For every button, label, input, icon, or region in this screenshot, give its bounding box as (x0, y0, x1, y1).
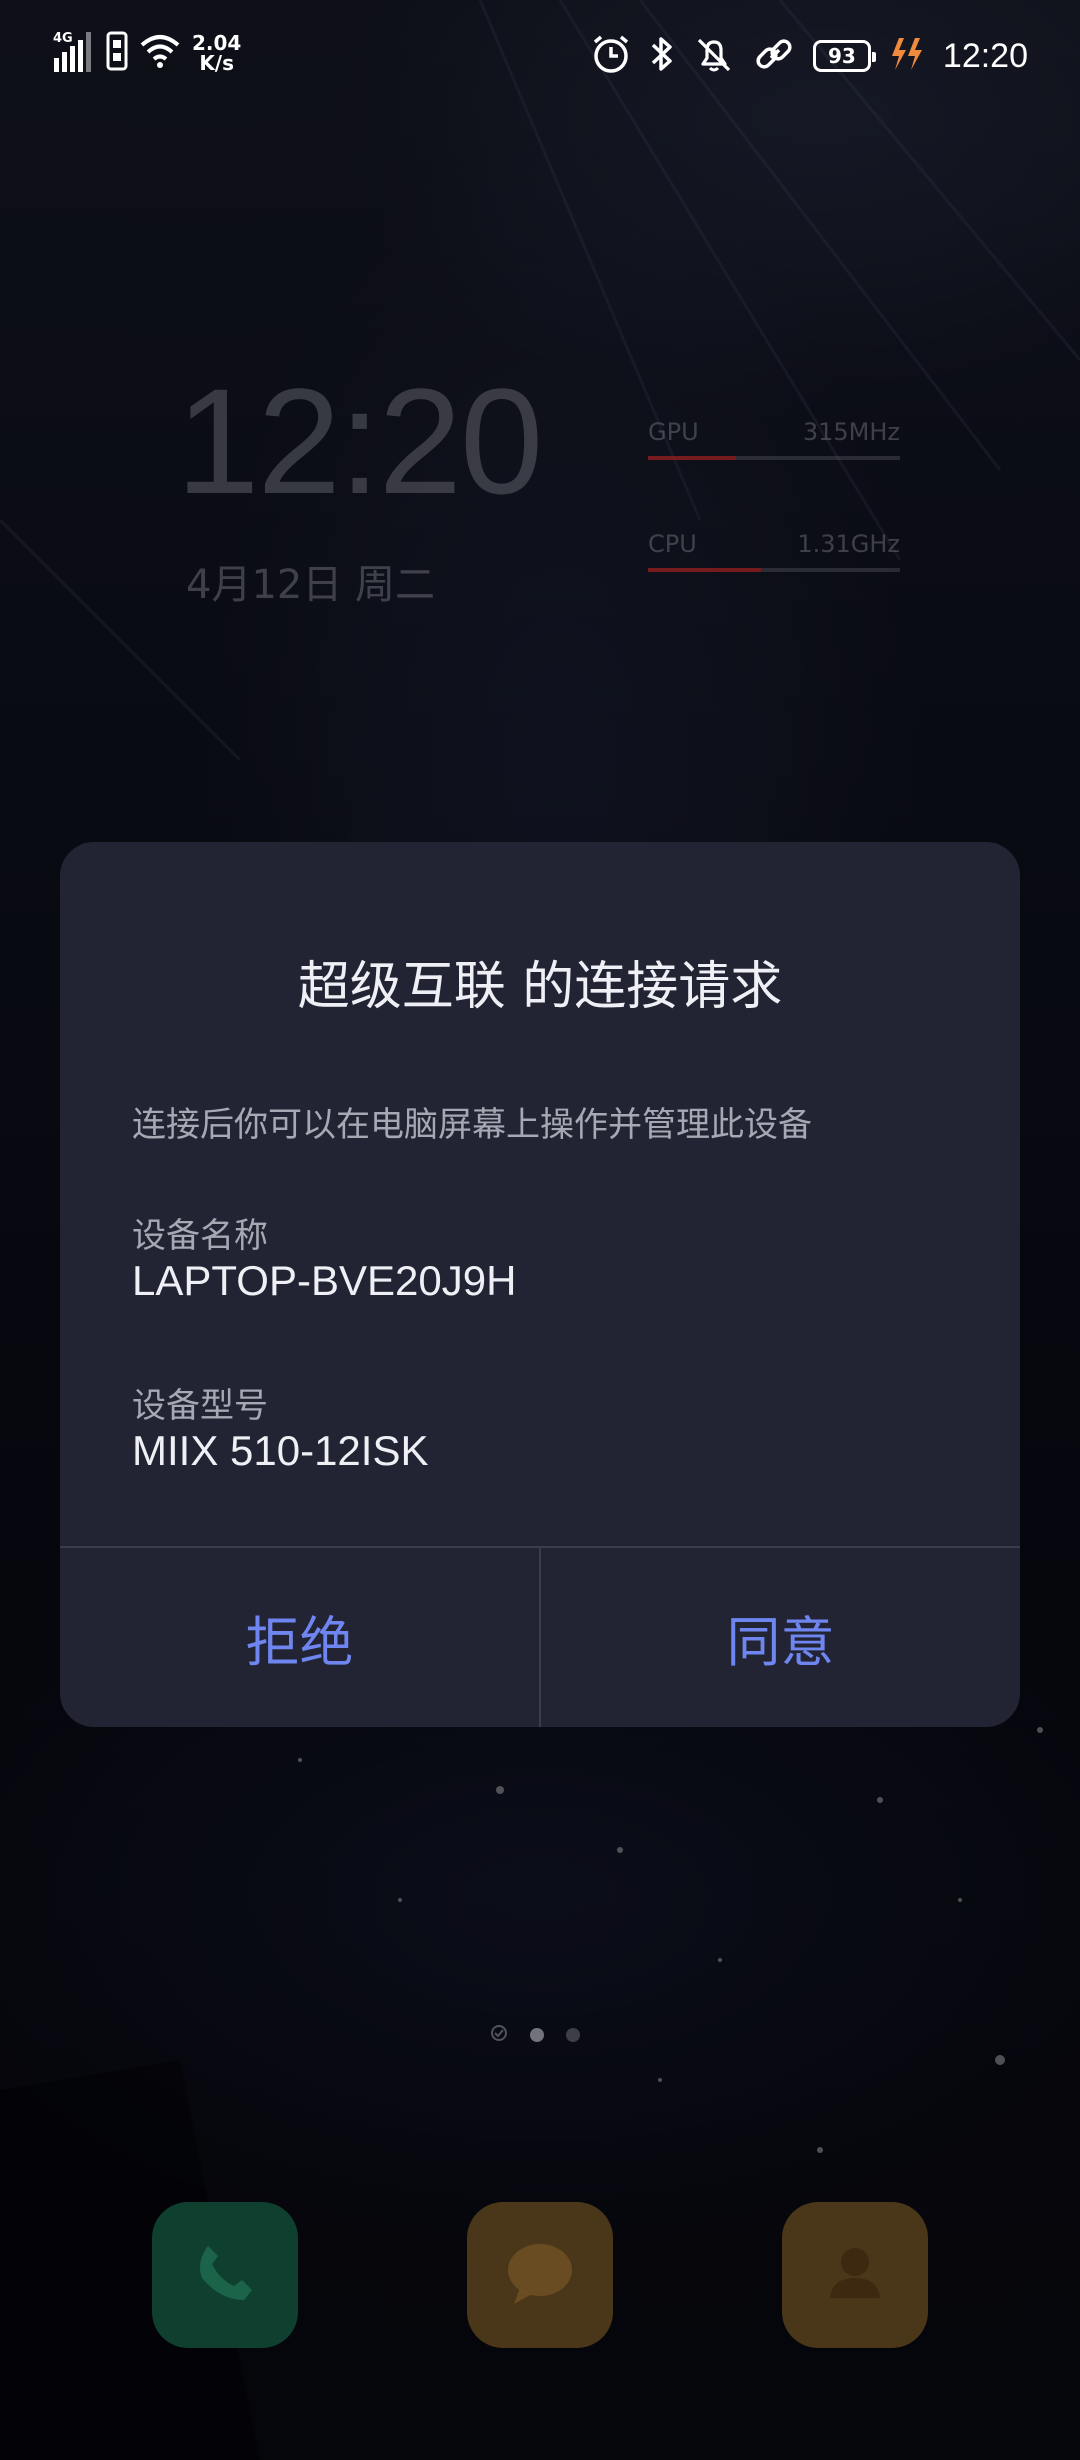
connection-request-dialog: 超级互联 的连接请求 连接后你可以在电脑屏幕上操作并管理此设备 设备名称 LAP… (60, 842, 1020, 1727)
lock-time: 12:20 (176, 357, 543, 525)
device-model-label: 设备型号 (132, 1386, 268, 1426)
dialog-title: 超级互联 的连接请求 (297, 957, 783, 1017)
dialog-description: 连接后你可以在电脑屏幕上操作并管理此设备 (132, 1105, 812, 1145)
cpu-value: 1.31GHz (797, 530, 900, 558)
contacts-icon (820, 2238, 890, 2312)
cpu-widget: CPU 1.31GHz (648, 530, 900, 572)
gpu-value: 315MHz (802, 418, 900, 446)
page-dot-active (530, 2028, 544, 2042)
speed-value: 2.04 (192, 31, 242, 55)
alarm-icon (591, 34, 631, 78)
contacts-app[interactable] (782, 2202, 928, 2348)
cpu-label: CPU (648, 530, 697, 558)
device-model-value: MIIX 510-12ISK (132, 1427, 429, 1474)
bluetooth-icon (649, 34, 675, 78)
network-speed: 2.04 K/s (192, 33, 241, 73)
gpu-bar-fill (648, 456, 737, 460)
page-dot (566, 2028, 580, 2042)
phone-app[interactable] (152, 2202, 298, 2348)
messages-icon (500, 2238, 580, 2312)
battery-icon: 93 (812, 40, 876, 72)
gpu-widget: GPU 315MHz (648, 418, 900, 460)
link-icon (753, 34, 795, 78)
page-indicator (490, 2024, 580, 2046)
status-time: 12:20 (942, 36, 1028, 75)
network-type: 4G (53, 31, 73, 46)
reject-button[interactable]: 拒绝 (60, 1548, 539, 1727)
mute-icon (693, 34, 735, 78)
cpu-bar (648, 568, 900, 572)
lock-date: 4月12日 周二 (186, 562, 436, 608)
accept-button[interactable]: 同意 (541, 1548, 1020, 1727)
status-bar: 4G 2.04 K/s 93 12:20 (0, 0, 1080, 110)
sim-icon (106, 31, 128, 75)
wifi-icon (138, 33, 182, 73)
feed-page-icon (490, 2024, 508, 2046)
gpu-label: GPU (648, 418, 699, 446)
phone-icon (190, 2238, 260, 2312)
cpu-bar-fill (648, 568, 762, 572)
gpu-bar (648, 456, 900, 460)
messages-app[interactable] (467, 2202, 613, 2348)
speed-unit: K/s (199, 51, 235, 75)
charging-icon (889, 34, 925, 78)
signal-icon: 4G (52, 28, 96, 78)
battery-level: 93 (827, 44, 856, 68)
device-name-value: LAPTOP-BVE20J9H (132, 1257, 517, 1304)
device-name-label: 设备名称 (132, 1216, 268, 1256)
